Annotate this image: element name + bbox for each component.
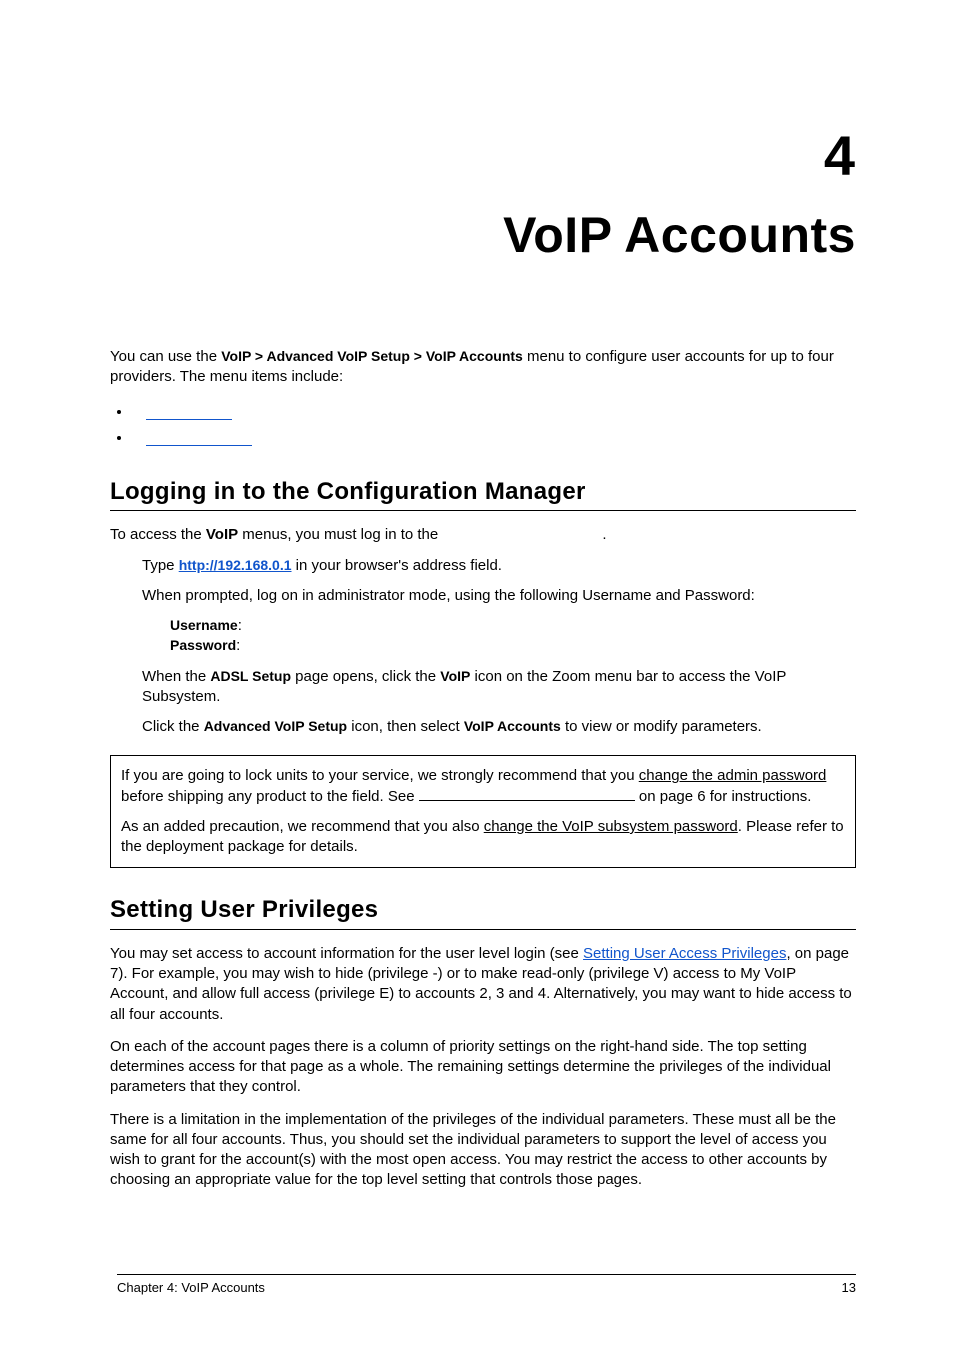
username-colon: :	[238, 617, 242, 634]
login-step-url: Type http://192.168.0.1 in your browser'…	[142, 556, 856, 576]
priv-p2: On each of the account pages there is a …	[110, 1037, 856, 1098]
note-blank-ref	[419, 800, 635, 801]
step1-pre: Type	[142, 557, 179, 574]
s3a: When the	[142, 668, 210, 685]
s3b: ADSL Setup	[210, 668, 291, 684]
blank-link-2[interactable]	[146, 431, 252, 446]
page-footer: Chapter 4: VoIP Accounts 13	[117, 1274, 856, 1297]
s3d: VoIP	[440, 668, 470, 684]
login-step-adsl: When the ADSL Setup page opens, click th…	[142, 667, 856, 708]
login-p1-bold: VoIP	[206, 526, 238, 543]
password-label: Password	[170, 637, 236, 653]
blank-link-1[interactable]	[146, 405, 232, 420]
login-p1-end: .	[602, 526, 606, 543]
s3c: page opens, click the	[291, 668, 440, 685]
login-step-prompt: When prompted, log on in administrator m…	[142, 586, 856, 606]
credentials-block: Username: Password:	[170, 616, 856, 657]
pp1a: You may set access to account informatio…	[110, 945, 583, 962]
s4b: Advanced VoIP Setup	[204, 718, 347, 734]
section-setting-privileges-title: Setting User Privileges	[110, 894, 856, 929]
intro-pre: You can use the	[110, 348, 221, 365]
s4e: to view or modify parameters.	[561, 718, 762, 735]
section-logging-in-title: Logging in to the Configuration Manager	[110, 476, 856, 511]
login-p1-pre: To access the	[110, 526, 206, 543]
chapter-title: VoIP Accounts	[110, 202, 856, 270]
password-colon: :	[236, 637, 240, 654]
priv-p3: There is a limitation in the implementat…	[110, 1110, 856, 1191]
login-p1-post: menus, you must log in to the	[238, 526, 442, 543]
config-url-link[interactable]: http://192.168.0.1	[179, 557, 292, 573]
intro-paragraph: You can use the VoIP > Advanced VoIP Set…	[110, 347, 856, 388]
intro-link-item-1	[132, 402, 856, 422]
admin-password-note: If you are going to lock units to your s…	[110, 755, 856, 868]
note-p2: As an added precaution, we recommend tha…	[121, 817, 845, 858]
s4a: Click the	[142, 718, 204, 735]
intro-menu-path: VoIP > Advanced VoIP Setup > VoIP Accoun…	[221, 348, 523, 364]
login-step-advanced: Click the Advanced VoIP Setup icon, then…	[142, 717, 856, 737]
username-label: Username	[170, 617, 238, 633]
n1u1: change the admin password	[639, 767, 827, 784]
n2u1: change the VoIP subsystem password	[484, 818, 738, 835]
footer-page-number: 13	[842, 1279, 856, 1297]
footer-chapter-label: Chapter 4: VoIP Accounts	[117, 1279, 265, 1297]
login-access-line: To access the VoIP menus, you must log i…	[110, 525, 856, 545]
intro-link-list	[110, 402, 856, 449]
n1a: If you are going to lock units to your s…	[121, 767, 639, 784]
n2a: As an added precaution, we recommend tha…	[121, 818, 484, 835]
s4d: VoIP Accounts	[464, 718, 561, 734]
step1-post: in your browser's address field.	[292, 557, 502, 574]
chapter-number: 4	[110, 118, 856, 194]
setting-user-access-privileges-link[interactable]: Setting User Access Privileges	[583, 945, 786, 962]
note-p1: If you are going to lock units to your s…	[121, 766, 845, 807]
priv-p1: You may set access to account informatio…	[110, 944, 856, 1025]
n1b: before shipping any product to the field…	[121, 788, 419, 805]
n1c: on page 6 for instructions.	[635, 788, 812, 805]
s4c: icon, then select	[347, 718, 464, 735]
intro-link-item-2	[132, 428, 856, 448]
